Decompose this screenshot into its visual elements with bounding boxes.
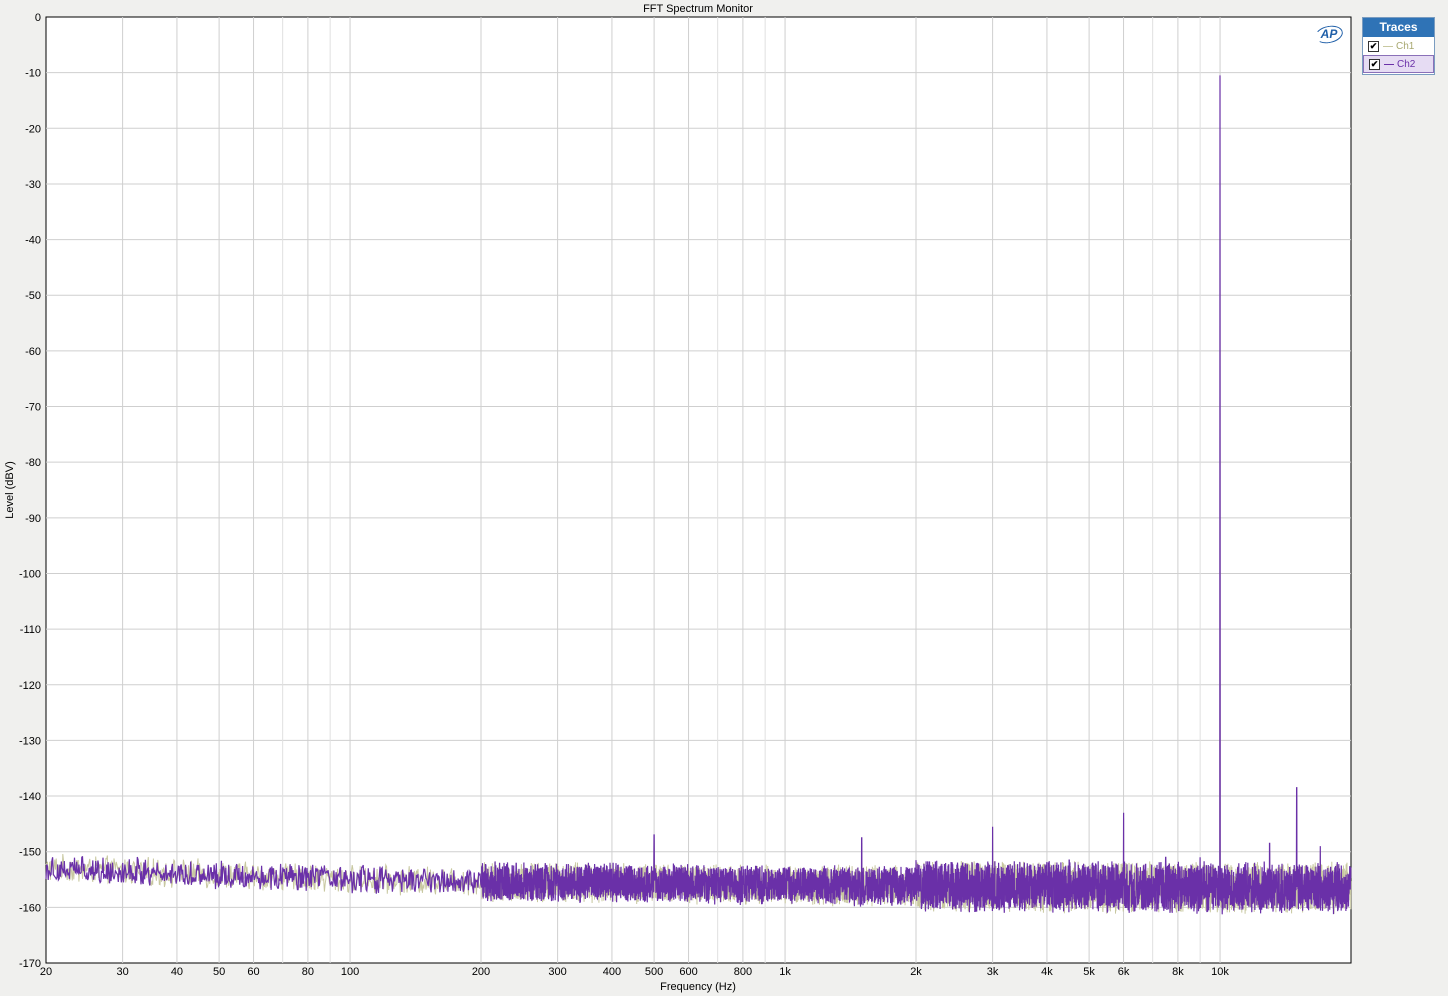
x-tick-labels: 20 30 40 50 60 80 100 200 300 400 500 600 800 1k 2k 3k 4… (40, 966, 1230, 978)
ch1-label: Ch1 (1396, 40, 1415, 52)
x-tick-label: 4k (1041, 966, 1053, 978)
legend-item-ch1[interactable]: ✔ Ch1 (1363, 37, 1434, 55)
y-axis-label: Level (dBV) (4, 461, 16, 518)
x-tick-label: 8k (1172, 966, 1184, 978)
x-axis-label: Frequency (Hz) (660, 981, 736, 993)
y-tick-label: -40 (25, 235, 41, 247)
x-tick-label: 1k (779, 966, 791, 978)
chart-title: FFT Spectrum Monitor (643, 3, 753, 15)
x-tick-label: 60 (247, 966, 259, 978)
ch2-label: Ch2 (1397, 58, 1416, 70)
y-tick-label: -50 (25, 290, 41, 302)
y-tick-label: -160 (19, 902, 41, 914)
y-tick-label: -120 (19, 680, 41, 692)
y-tick-label: -110 (20, 624, 41, 636)
y-tick-label: -80 (25, 457, 41, 469)
y-tick-label: -150 (19, 847, 41, 859)
x-tick-label: 3k (987, 966, 999, 978)
plot-area (45, 16, 1352, 964)
x-tick-label: 500 (645, 966, 663, 978)
x-tick-label: 30 (116, 966, 128, 978)
spectrum-chart: FFT Spectrum Monitor Level (dBV) Frequen… (4, 3, 1352, 993)
y-tick-labels: 0 -10 -20 -30 -40 -50 -60 -70 -80 -90 -100 -110 -120… (19, 12, 41, 970)
y-tick-label: -10 (25, 68, 41, 80)
x-tick-label: 300 (548, 966, 566, 978)
x-tick-label: 10k (1211, 966, 1229, 978)
x-tick-label: 20 (40, 966, 52, 978)
x-tick-label: 2k (910, 966, 922, 978)
x-tick-label: 50 (213, 966, 225, 978)
x-tick-label: 100 (341, 966, 359, 978)
x-tick-label: 5k (1083, 966, 1095, 978)
legend-item-ch2[interactable]: ✔ Ch2 (1363, 55, 1434, 73)
x-tick-label: 80 (302, 966, 314, 978)
legend-title: Traces (1363, 18, 1434, 37)
y-tick-label: -20 (25, 123, 41, 135)
x-tick-label: 400 (603, 966, 621, 978)
y-tick-label: 0 (35, 12, 41, 24)
traces-legend[interactable]: Traces ✔ Ch1 ✔ Ch2 (1362, 17, 1435, 75)
ap-logo-icon: AP (1316, 25, 1342, 43)
x-tick-label: 200 (472, 966, 490, 978)
y-tick-label: -130 (19, 735, 41, 747)
y-tick-label: -170 (19, 958, 41, 970)
y-tick-label: -30 (25, 179, 41, 191)
ch1-checkbox[interactable]: ✔ (1368, 40, 1379, 52)
x-tick-label: 600 (679, 966, 697, 978)
ch1-swatch (1383, 45, 1393, 47)
ch2-swatch (1384, 63, 1394, 65)
x-tick-label: 40 (171, 966, 183, 978)
y-tick-label: -70 (25, 402, 41, 414)
y-tick-label: -100 (19, 568, 41, 580)
x-tick-label: 800 (734, 966, 752, 978)
y-tick-label: -140 (19, 791, 41, 803)
y-tick-label: -60 (25, 346, 41, 358)
ch2-checkbox[interactable]: ✔ (1369, 58, 1380, 70)
y-tick-label: -90 (25, 513, 41, 525)
x-tick-label: 6k (1118, 966, 1130, 978)
